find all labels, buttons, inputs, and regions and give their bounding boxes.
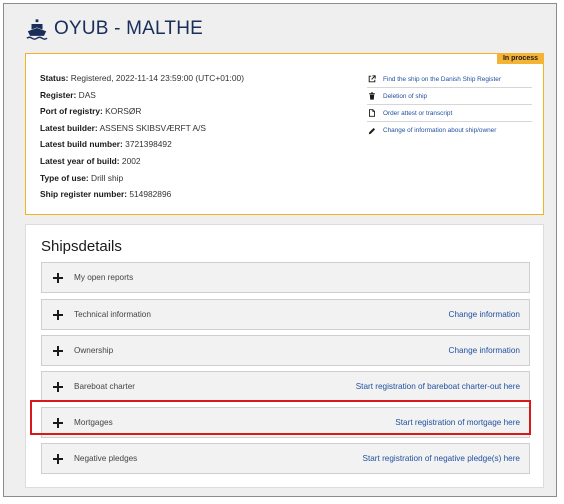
external-link-icon	[368, 75, 376, 83]
info-value: Drill ship	[88, 172, 124, 183]
document-icon	[369, 109, 375, 117]
accordion-label: Mortgages	[74, 418, 113, 427]
find-ship-link[interactable]: Find the ship on the Danish Ship Registe…	[367, 71, 532, 88]
info-value: Registered, 2022-11-14 23:59:00 (UTC+01:…	[68, 73, 244, 83]
change-technical-information-link[interactable]: Change information	[449, 310, 520, 319]
page-frame: OYUB - MALTHE In process Status: Registe…	[3, 3, 557, 497]
info-row-register-number: Ship register number: 514982896	[40, 186, 244, 203]
plus-icon	[53, 345, 63, 356]
info-row-build-number: Latest build number: 3721398492	[40, 136, 244, 153]
start-mortgage-link[interactable]: Start registration of mortgage here	[395, 418, 520, 427]
plus-icon	[53, 453, 63, 464]
accordion-ownership[interactable]: Ownership Change information	[41, 335, 530, 366]
page-title: OYUB - MALTHE	[54, 18, 203, 39]
accordion-label: My open reports	[74, 273, 134, 282]
info-value: KORSØR	[102, 106, 142, 117]
accordion-technical-information[interactable]: Technical information Change information	[41, 299, 530, 330]
plus-icon	[53, 309, 63, 320]
start-negative-pledge-link[interactable]: Start registration of negative pledge(s)…	[363, 454, 520, 463]
accordion-my-open-reports[interactable]: My open reports	[41, 262, 530, 293]
status-panel: In process Status: Registered, 2022-11-1…	[25, 53, 544, 215]
info-label: Ship register number:	[40, 189, 128, 200]
plus-icon	[53, 417, 63, 428]
info-row-register: Register: DAS	[40, 87, 244, 104]
info-row-build-year: Latest year of build: 2002	[40, 153, 244, 170]
ship-icon	[26, 19, 48, 40]
accordion-label: Ownership	[74, 346, 114, 355]
accordion-mortgages[interactable]: Mortgages Start registration of mortgage…	[41, 407, 530, 438]
info-label: Port of registry:	[40, 106, 103, 117]
action-label: Deletion of ship	[383, 92, 428, 100]
delete-ship-link[interactable]: Deletion of ship	[367, 88, 532, 105]
accordion-negative-pledges[interactable]: Negative pledges Start registration of n…	[41, 443, 530, 474]
details-title: Shipsdetails	[41, 238, 122, 255]
plus-icon	[53, 381, 63, 392]
pencil-icon	[368, 127, 376, 134]
info-label: Latest builder:	[40, 122, 98, 133]
info-label: Register:	[40, 89, 77, 100]
info-label: Type of use:	[40, 172, 89, 183]
info-label: Status:	[40, 73, 69, 83]
page-header: OYUB - MALTHE	[26, 18, 203, 40]
status-badge: In process	[496, 53, 544, 64]
info-value: 514982896	[127, 189, 172, 200]
order-attest-link[interactable]: Order attest or transcript	[367, 105, 532, 122]
accordion-label: Bareboat charter	[74, 382, 135, 391]
info-value: DAS	[76, 89, 96, 100]
info-row-builder: Latest builder: ASSENS SKIBSVÆRFT A/S	[40, 120, 244, 137]
accordion-label: Technical information	[74, 310, 151, 319]
action-label: Find the ship on the Danish Ship Registe…	[383, 75, 501, 83]
trash-icon	[369, 92, 375, 100]
info-row-type-of-use: Type of use: Drill ship	[40, 170, 244, 187]
accordion-label: Negative pledges	[74, 454, 138, 463]
change-information-link[interactable]: Change of information about ship/owner	[367, 122, 532, 139]
info-row-status: Status: Registered, 2022-11-14 23:59:00 …	[40, 70, 244, 87]
info-row-port: Port of registry: KORSØR	[40, 103, 244, 120]
info-label: Latest build number:	[40, 139, 123, 150]
action-label: Change of information about ship/owner	[383, 127, 497, 134]
info-value: ASSENS SKIBSVÆRFT A/S	[97, 122, 206, 133]
accordion-bareboat-charter[interactable]: Bareboat charter Start registration of b…	[41, 371, 530, 402]
change-ownership-link[interactable]: Change information	[449, 346, 520, 355]
ship-details-panel: Shipsdetails My open reports Technical i…	[25, 224, 544, 488]
ship-actions: Find the ship on the Danish Ship Registe…	[367, 71, 532, 139]
info-value: 3721398492	[122, 139, 172, 150]
plus-icon	[53, 272, 63, 283]
info-value: 2002	[119, 155, 141, 166]
start-bareboat-charter-link[interactable]: Start registration of bareboat charter-o…	[356, 382, 520, 391]
action-label: Order attest or transcript	[383, 109, 453, 117]
info-label: Latest year of build:	[40, 155, 120, 166]
ship-info-list: Status: Registered, 2022-11-14 23:59:00 …	[40, 70, 244, 203]
